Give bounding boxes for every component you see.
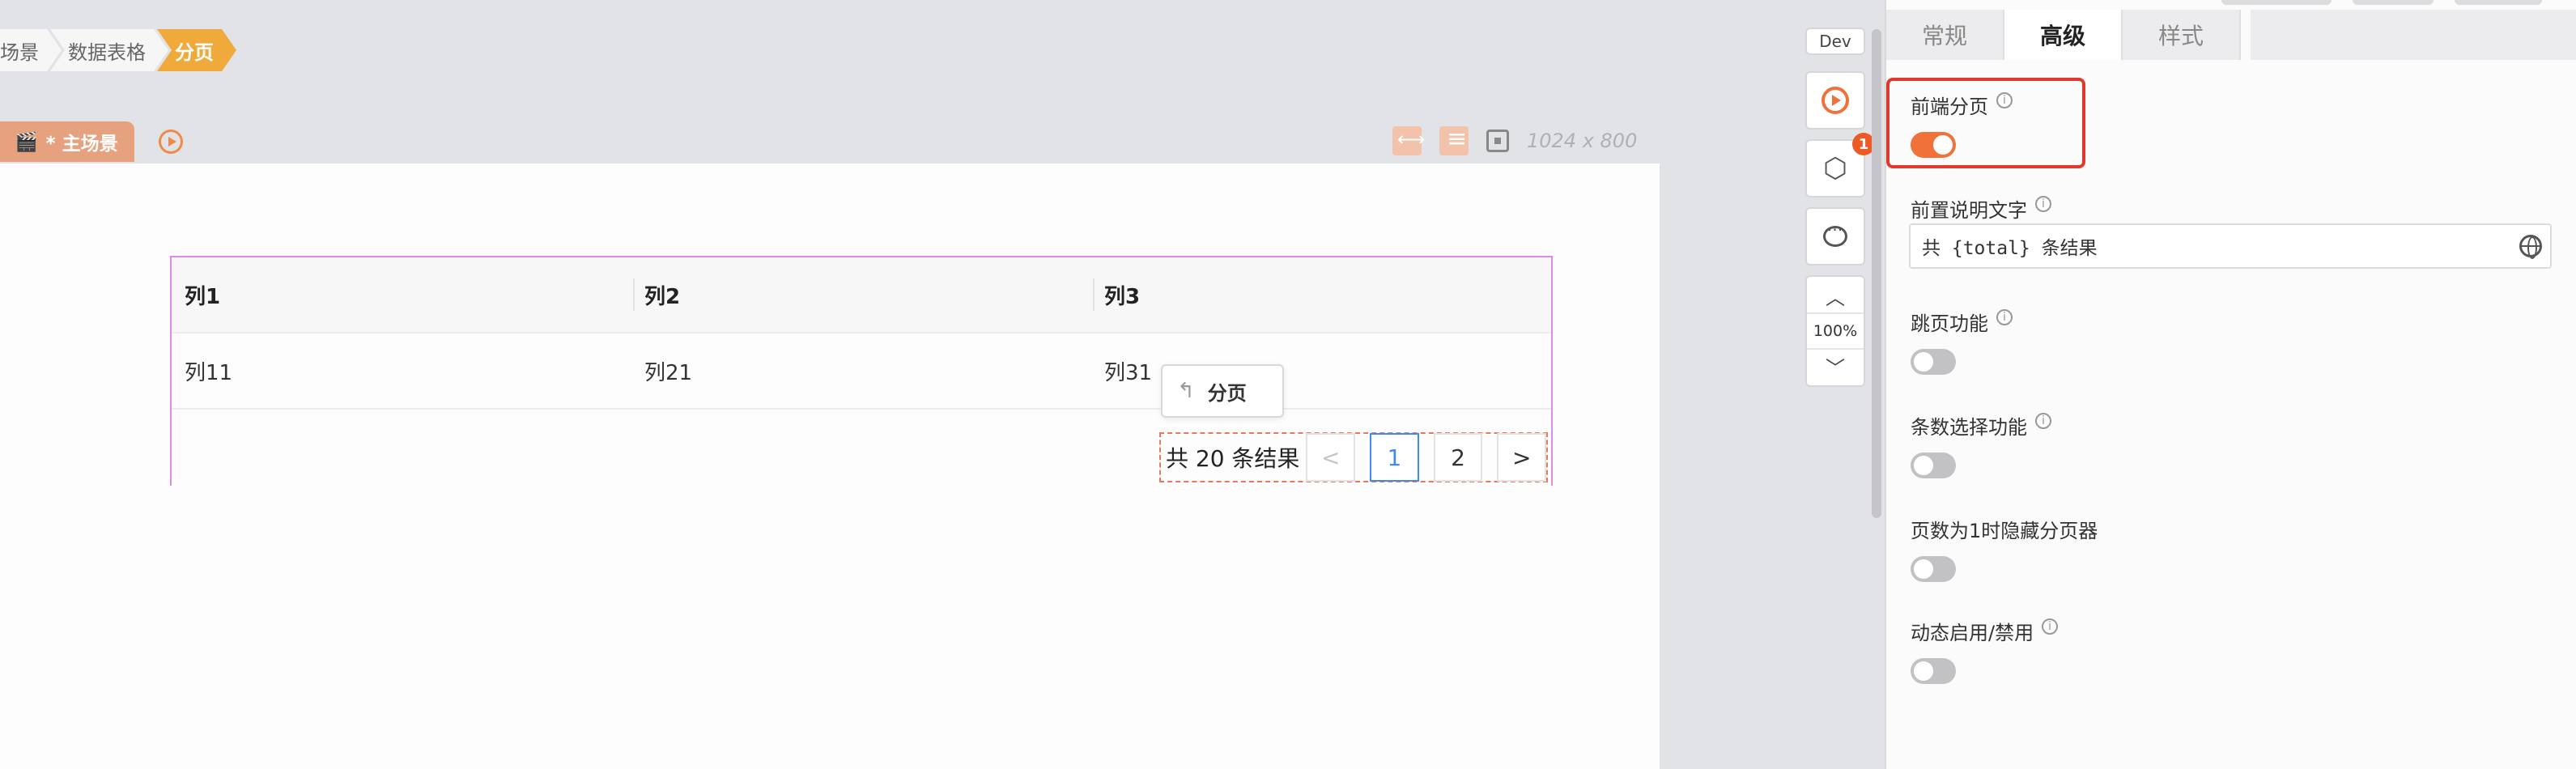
resolution-label: 1024 x 800 <box>1527 130 1638 152</box>
page-size-select-toggle[interactable] <box>1911 452 1956 478</box>
column-header: 列2 <box>644 284 681 309</box>
panel-tabs: 常规 高级 样式 <box>1886 10 2242 60</box>
prefix-text-value: 共 {total} 条结果 <box>1922 238 2098 259</box>
pagination[interactable]: 共 20 条结果 < 1 2 > <box>1159 432 1548 482</box>
panel-top-handle <box>2455 0 2542 5</box>
fit-height-icon[interactable] <box>1439 125 1469 155</box>
preview-button[interactable] <box>1805 71 1865 130</box>
prefix-text-input[interactable]: 共 {total} 条结果 <box>1909 223 2552 269</box>
pagination-component-tag[interactable]: ↰ 分页 <box>1161 364 1284 418</box>
select-parent-icon[interactable]: ↰ <box>1177 379 1195 403</box>
setting-hide-single-page: 页数为1时隐藏分页器 <box>1911 515 2098 582</box>
jump-page-toggle[interactable] <box>1911 349 1956 375</box>
setting-label: 条数选择功能 <box>1911 416 2027 439</box>
table-header: 列1 列2 列3 <box>172 257 1551 334</box>
panel-tabs-filler <box>2251 10 2576 60</box>
zoom-in-icon[interactable]: ︿ <box>1826 282 1845 310</box>
cube-icon: ⬡ <box>1823 152 1847 185</box>
pagination-total-text: 共 20 条结果 <box>1166 445 1300 472</box>
env-label[interactable]: Dev <box>1805 28 1865 55</box>
table-cell: 列31 <box>1104 360 1153 385</box>
globe-icon[interactable] <box>2519 235 2542 259</box>
design-canvas[interactable]: 列1 列2 列3 列11 列21 列31 ↰ 分页 共 20 条结果 < 1 2… <box>0 164 1660 769</box>
setting-page-size-select: 条数选择功能 i <box>1911 411 2051 478</box>
zoom-level: 100% <box>1807 312 1864 350</box>
setting-label: 前置说明文字 <box>1911 199 2027 222</box>
play-icon <box>1821 87 1849 114</box>
breadcrumb-item-scene[interactable]: 场景 <box>0 29 62 71</box>
next-page-button[interactable]: > <box>1497 433 1546 482</box>
setting-jump-page: 跳页功能 i <box>1911 308 2013 375</box>
breadcrumb: 场景 数据表格 分页 <box>0 29 225 71</box>
setting-label: 动态启用/禁用 <box>1911 622 2034 644</box>
setting-dynamic-enable: 动态启用/禁用 i <box>1911 617 2059 684</box>
comments-button[interactable] <box>1805 207 1865 266</box>
hide-single-page-toggle[interactable] <box>1911 556 1956 582</box>
component-tag-label: 分页 <box>1207 381 1247 405</box>
column-header: 列3 <box>1104 284 1141 309</box>
zoom-out-icon[interactable]: ﹀ <box>1826 352 1845 380</box>
chat-icon <box>1823 220 1847 247</box>
table-cell: 列21 <box>644 360 693 385</box>
scene-tab-main[interactable]: 🎬 * 主场景 <box>0 121 134 162</box>
panel-top-handle <box>2353 0 2434 5</box>
table-cell: 列11 <box>185 360 233 385</box>
scene-play-icon[interactable] <box>159 130 183 154</box>
scene-tab-label: * 主场景 <box>45 134 118 155</box>
canvas-tools: 1024 x 800 <box>1392 125 1638 155</box>
setting-prefix-text: 前置说明文字 i <box>1911 194 2051 223</box>
screen-frame-icon[interactable] <box>1486 130 1509 152</box>
setting-label: 跳页功能 <box>1911 312 1988 335</box>
clapperboard-icon: 🎬 <box>15 131 38 153</box>
breadcrumb-item-pagination[interactable]: 分页 <box>157 29 236 71</box>
dynamic-enable-toggle[interactable] <box>1911 658 1956 684</box>
setting-label: 页数为1时隐藏分页器 <box>1911 520 2098 542</box>
editor-workspace: 场景 数据表格 分页 🎬 * 主场景 1024 x 800 列1 列2 列3 列… <box>0 0 1885 769</box>
zoom-control: ︿ 100% ﹀ <box>1805 275 1865 387</box>
breadcrumb-item-data-table[interactable]: 数据表格 <box>50 29 168 71</box>
info-icon[interactable]: i <box>2035 195 2051 212</box>
column-separator <box>633 278 635 311</box>
page-button-2[interactable]: 2 <box>1433 433 1483 482</box>
highlight-frame <box>1886 78 2085 168</box>
info-icon[interactable]: i <box>2035 412 2051 429</box>
panel-top-handle <box>2221 0 2332 5</box>
column-separator <box>1093 278 1095 311</box>
table-row: 列11 列21 列31 <box>172 334 1551 410</box>
tab-general[interactable]: 常规 <box>1886 10 2005 60</box>
info-icon[interactable]: i <box>2042 618 2059 635</box>
workspace-scrollbar[interactable] <box>1872 29 1881 518</box>
tab-advanced[interactable]: 高级 <box>2004 10 2123 60</box>
tab-style[interactable]: 样式 <box>2123 10 2242 60</box>
page-button-1[interactable]: 1 <box>1370 433 1419 482</box>
fit-width-icon[interactable] <box>1392 126 1425 155</box>
prev-page-button[interactable]: < <box>1306 433 1356 482</box>
column-header: 列1 <box>185 284 221 309</box>
info-icon[interactable]: i <box>1996 308 2013 325</box>
